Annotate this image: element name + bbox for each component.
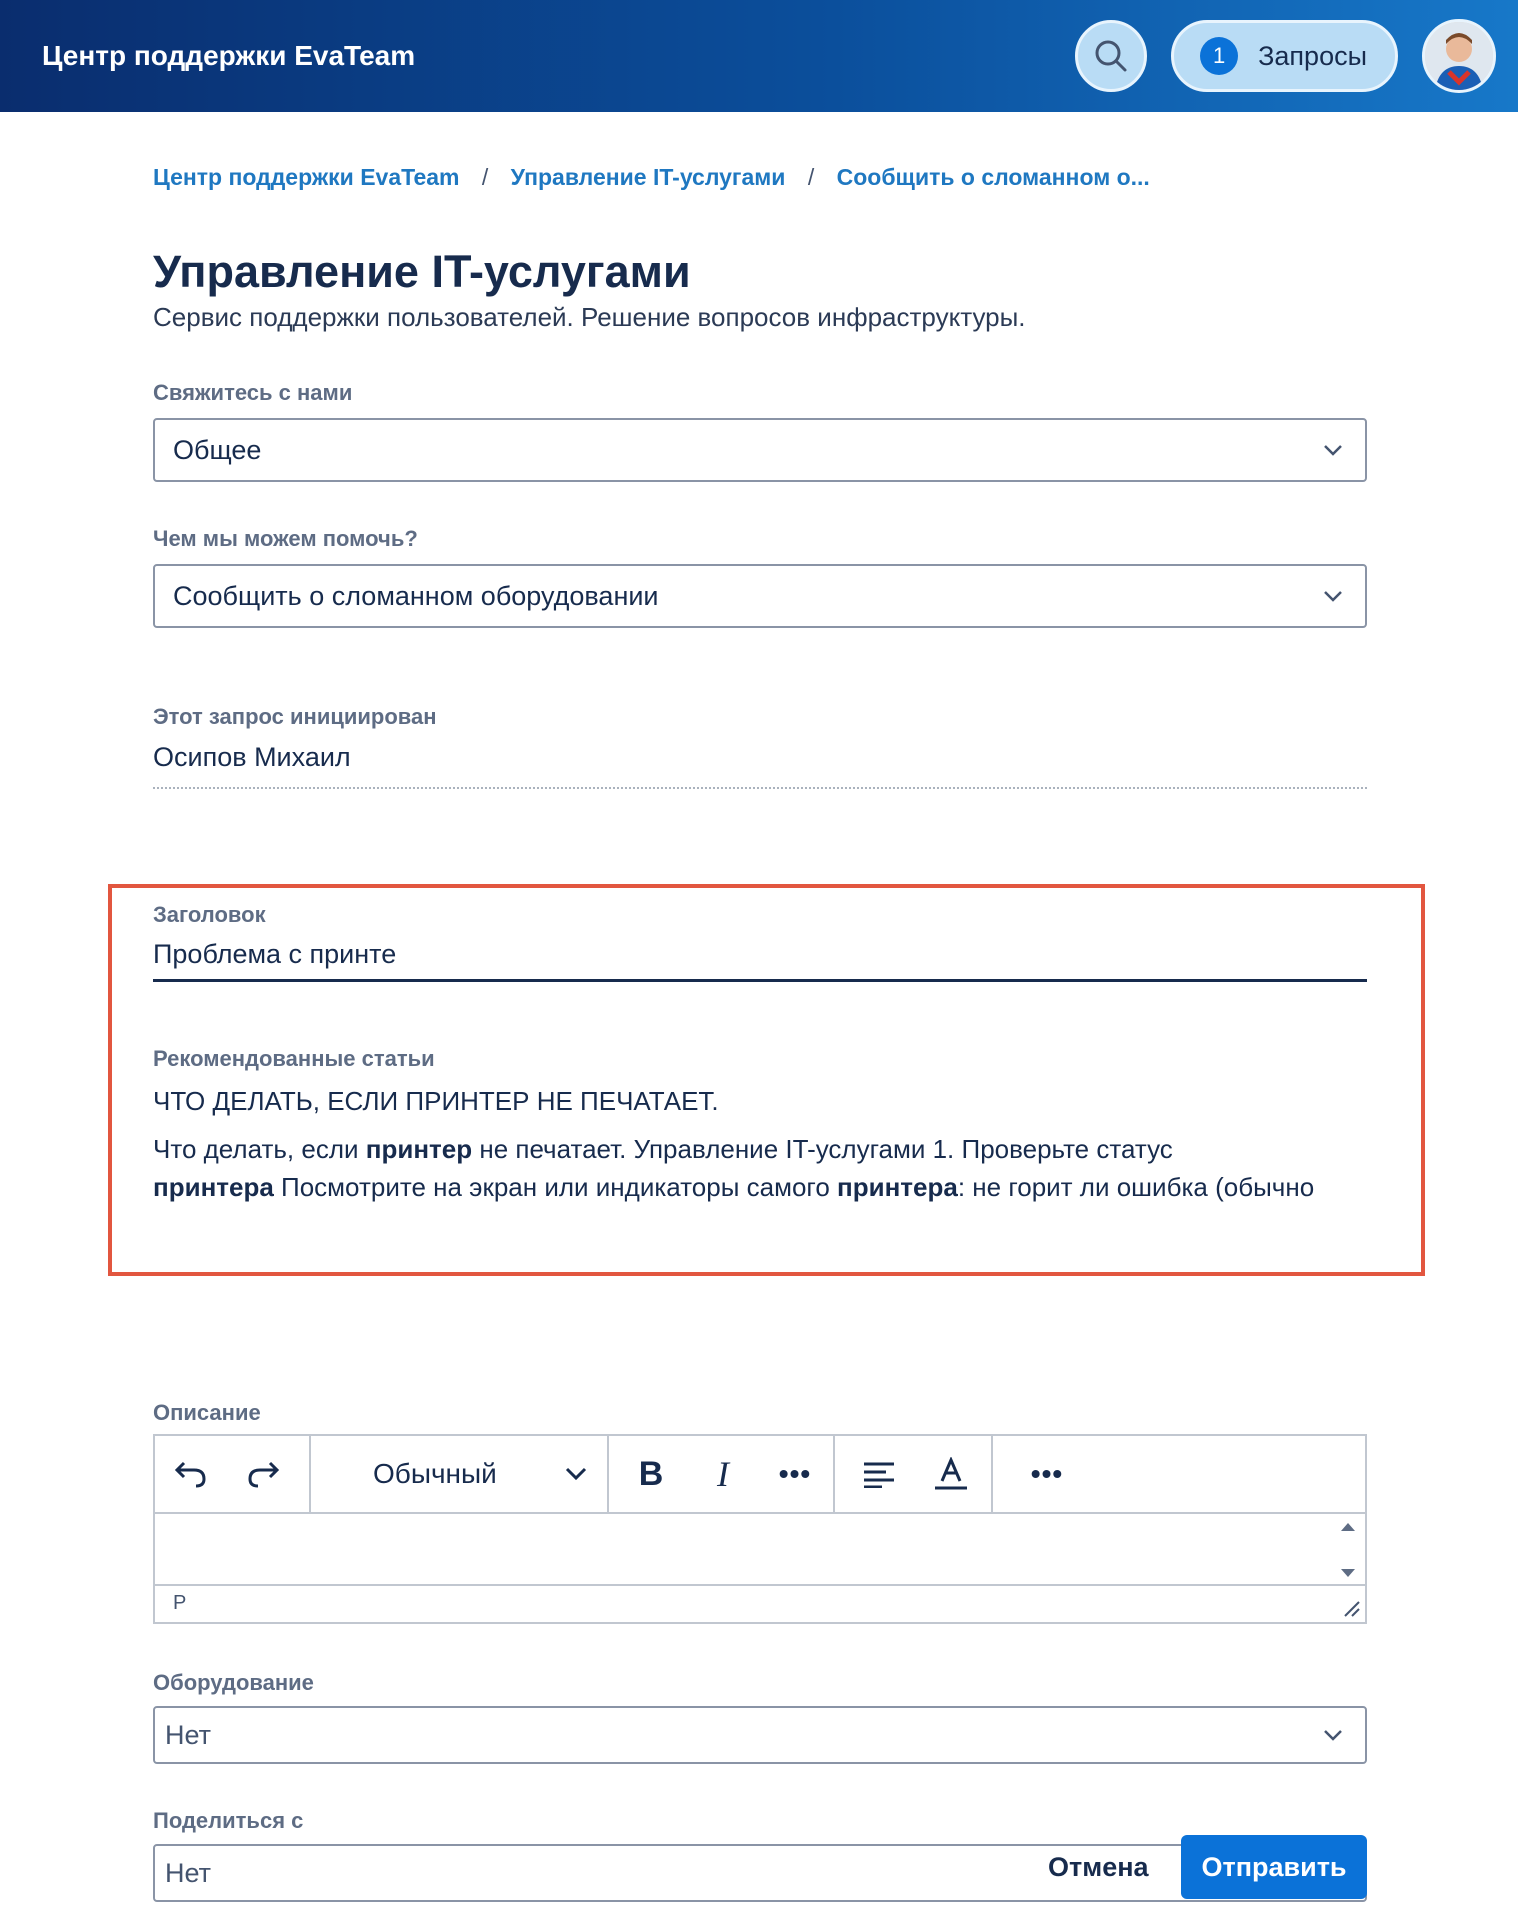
more-formatting-button[interactable]: ••• [759,1436,831,1512]
breadcrumb-item-it-services[interactable]: Управление IT-услугами [511,164,786,190]
redo-button[interactable] [227,1436,299,1512]
header-actions: 1 Запросы [1075,19,1496,93]
submit-button[interactable]: Отправить [1181,1835,1367,1899]
contact-select-value: Общее [173,434,262,465]
requests-button[interactable]: 1 Запросы [1171,20,1398,92]
text-style-group: B I ••• [609,1436,835,1512]
search-button[interactable] [1075,20,1148,92]
equipment-select-value: Нет [165,1719,211,1750]
chevron-down-icon [565,1467,587,1481]
more-icon: ••• [1030,1458,1064,1489]
share-select-value: Нет [165,1857,211,1888]
bold-button[interactable]: B [615,1436,687,1512]
element-path[interactable]: P [173,1592,186,1614]
cancel-button[interactable]: Отмена [1030,1835,1167,1899]
initiator-divider [153,787,1367,789]
history-group [155,1436,311,1512]
help-select[interactable]: Сообщить о сломанном оборудовании [153,564,1367,628]
brand-title[interactable]: Центр поддержки EvaTeam [42,40,415,72]
requests-count-badge: 1 [1200,37,1239,75]
italic-icon: I [717,1454,729,1494]
requests-label: Запросы [1258,40,1367,71]
user-avatar-icon [1425,22,1493,90]
breadcrumb-item-home[interactable]: Центр поддержки EvaTeam [153,164,460,190]
contact-select[interactable]: Общее [153,418,1367,482]
chevron-down-icon [1324,445,1342,456]
initiator-label: Этот запрос инициирован [153,704,437,729]
highlight-annotation [108,884,1425,1276]
editor-status-bar: P [155,1586,1365,1622]
more-tools-button[interactable]: ••• [1011,1436,1083,1512]
resize-handle-icon[interactable] [1341,1598,1361,1618]
format-group: Обычный [311,1436,609,1512]
text-color-button[interactable] [915,1436,987,1512]
paragraph-group [835,1436,993,1512]
undo-icon [174,1461,206,1488]
initiator-value: Осипов Михаил [153,742,351,772]
description-textarea[interactable] [155,1514,1365,1586]
block-format-select[interactable]: Обычный [311,1458,607,1490]
breadcrumb-separator: / [481,164,489,190]
equipment-label: Оборудование [153,1670,314,1695]
equipment-select[interactable]: Нет [153,1706,1367,1764]
more-icon: ••• [778,1458,812,1489]
editor-toolbar: Обычный B I ••• ••• [155,1436,1365,1514]
search-icon [1095,40,1127,72]
breadcrumb-separator: / [807,164,815,190]
editor-scrollbar[interactable] [1339,1522,1357,1578]
redo-icon [248,1461,280,1488]
help-select-value: Сообщить о сломанном оборудовании [173,580,659,611]
block-format-value: Обычный [373,1458,497,1489]
page-title: Управление IT-услугами [153,246,691,297]
avatar[interactable] [1422,19,1496,93]
align-left-icon [864,1462,894,1488]
bold-icon: B [638,1454,664,1493]
page-subtitle: Сервис поддержки пользователей. Решение … [153,302,1026,332]
scroll-up-icon[interactable] [1340,1522,1356,1532]
scroll-down-icon[interactable] [1340,1568,1356,1578]
help-label: Чем мы можем помочь? [153,526,418,551]
more-group: ••• [993,1436,1083,1512]
contact-label: Свяжитесь с нами [153,380,353,405]
share-label: Поделиться с [153,1808,304,1833]
breadcrumb: Центр поддержки EvaTeam / Управление IT-… [153,164,1150,191]
undo-button[interactable] [155,1436,227,1512]
text-color-icon [935,1457,967,1490]
description-editor: Обычный B I ••• ••• P [153,1434,1367,1624]
chevron-down-icon [1324,591,1342,602]
italic-button[interactable]: I [687,1436,759,1512]
description-label: Описание [153,1400,261,1425]
breadcrumb-item-report-broken[interactable]: Сообщить о сломанном о... [837,164,1150,190]
chevron-down-icon [1324,1730,1342,1741]
top-header: Центр поддержки EvaTeam 1 Запросы [0,0,1518,112]
align-button[interactable] [843,1436,915,1512]
